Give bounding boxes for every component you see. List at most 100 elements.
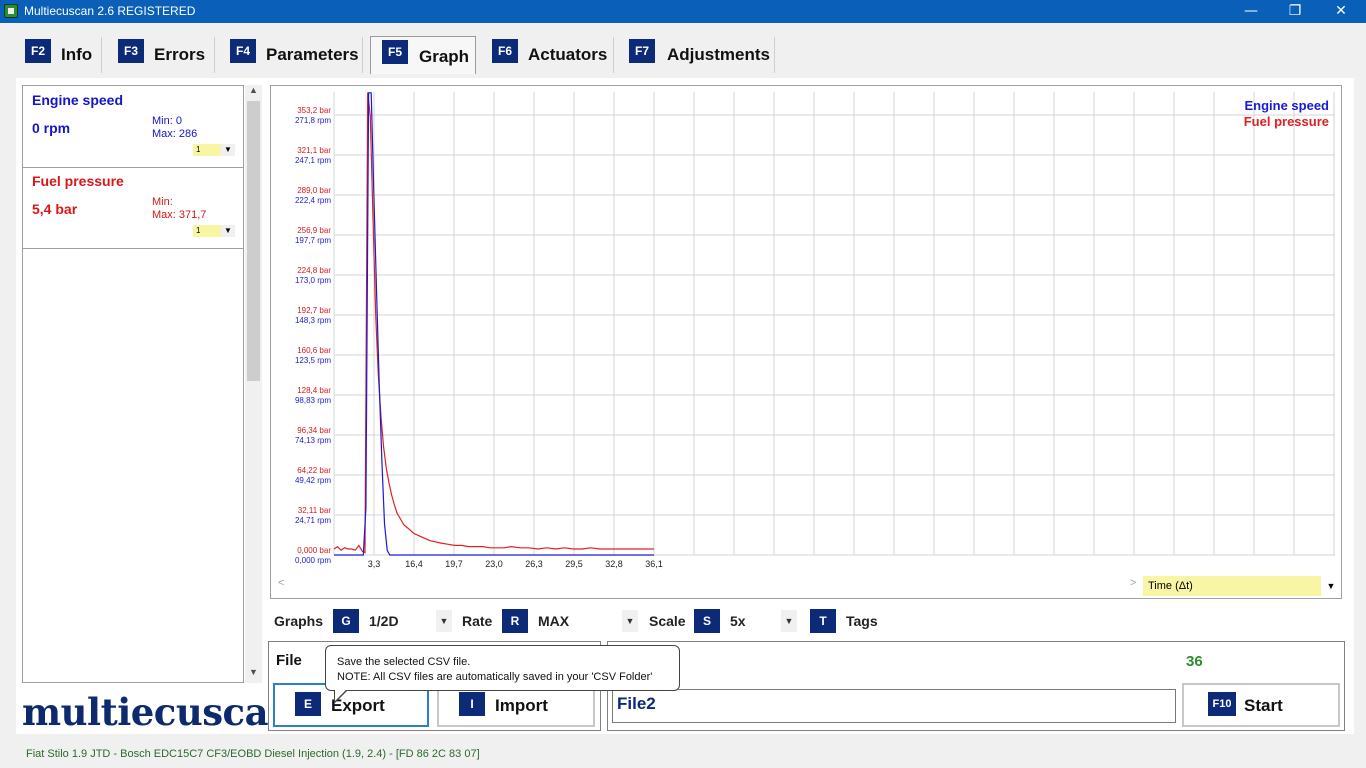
parameter-list: Engine speed 0 rpm Min: 0 Max: 286 1 ▼ F… [22,85,244,683]
rate-dropdown-icon[interactable]: ▼ [622,610,638,632]
f3-key-badge: F3 [118,39,144,63]
tab-adjustments[interactable]: F7 Adjustments [629,37,775,73]
y-tick-label-bar: 160,6 bar [297,346,331,355]
f2-key-badge: F2 [25,39,51,63]
param-name: Fuel pressure [32,173,124,189]
import-button-label: Import [495,696,548,715]
window-title: Multiecuscan 2.6 REGISTERED [24,4,196,18]
graphs-key-badge[interactable]: G [333,609,359,633]
start-button-label: Start [1244,696,1283,715]
close-button[interactable]: ✕ [1318,0,1364,23]
y-tick-label-rpm: 24,71 rpm [295,516,331,525]
time-axis-value: Time (Δt) [1148,580,1193,592]
y-tick-label-rpm: 98,83 rpm [295,396,331,405]
tab-parameters[interactable]: F4 Parameters [230,37,363,73]
f6-key-badge: F6 [492,39,518,63]
y-tick-label-rpm: 173,0 rpm [295,276,331,285]
x-axis-ticks: 3,3 16,4 19,7 23,0 26,3 29,5 32,8 36,1 [368,559,663,569]
file-group-label: File [276,652,302,669]
x-tick-label: 3,3 [368,559,381,569]
x-tick-label: 16,4 [405,559,423,569]
y-tick-label-bar: 353,2 bar [297,106,331,115]
y-tick-label-rpm: 271,8 rpm [295,116,331,125]
title-bar: Multiecuscan 2.6 REGISTERED — ❐ ✕ [0,0,1366,23]
vehicle-ecu-status: Fiat Stilo 1.9 JTD - Bosch EDC15C7 CF3/E… [26,748,480,760]
export-key-badge: E [295,692,321,716]
scale-label: Scale [649,613,686,629]
legend-fuel-pressure: Fuel pressure [1244,114,1329,129]
x-tick-label: 26,3 [525,559,543,569]
y-tick-label-bar: 128,4 bar [297,386,331,395]
x-tick-label: 29,5 [565,559,583,569]
scroll-thumb[interactable] [247,101,260,381]
graphs-value[interactable]: 1/2D [369,613,399,629]
tab-graph[interactable]: F5 Graph [370,36,476,74]
scroll-left-icon[interactable]: < [278,577,284,589]
multiecuscan-logo: multiecuscan [22,690,295,734]
param-fuel-pressure[interactable]: Fuel pressure 5,4 bar Min: Max: 371,7 1 … [23,167,243,249]
y-tick-label-bar: 64,22 bar [297,466,331,475]
time-axis-select[interactable]: Time (Δt) ▼ [1143,576,1341,596]
y-tick-label-rpm: 0,000 rpm [295,556,331,565]
x-tick-label: 23,0 [485,559,503,569]
param-engine-speed[interactable]: Engine speed 0 rpm Min: 0 Max: 286 1 ▼ [23,86,243,168]
y-tick-label-rpm: 74,13 rpm [295,436,331,445]
tab-info-label: Info [61,45,93,64]
tab-errors[interactable]: F3 Errors [118,37,215,73]
graph-horizontal-scrollbar[interactable]: < > [272,576,1142,594]
param-value: 5,4 bar [32,201,78,217]
y-tick-label-bar: 32,11 bar [298,506,332,515]
legend-engine-speed: Engine speed [1244,98,1329,113]
param-min: Min: [152,196,173,208]
x-tick-label: 36,1 [645,559,663,569]
scale-key-badge[interactable]: S [694,609,720,633]
y-tick-label-bar: 256,9 bar [297,226,331,235]
scale-dropdown-icon[interactable]: ▼ [781,610,797,632]
scroll-right-icon[interactable]: > [1130,577,1136,589]
y-tick-label-rpm: 222,4 rpm [295,196,331,205]
record-filename-field[interactable]: File2 [612,689,1176,723]
param-value: 0 rpm [32,120,71,136]
tooltip-line-2: NOTE: All CSV files are automatically sa… [337,671,653,683]
y-tick-label-bar: 224,8 bar [297,266,331,275]
tooltip-pointer [334,689,348,704]
y-tick-label-bar: 321,1 bar [297,146,331,155]
tags-label[interactable]: Tags [846,613,878,629]
tab-actuators[interactable]: F6 Actuators [492,37,614,73]
y-tick-label-bar: 192,7 bar [297,306,331,315]
graphs-dropdown-icon[interactable]: ▼ [436,610,452,632]
tab-adjustments-label: Adjustments [667,45,770,64]
tooltip-line-1: Save the selected CSV file. [337,656,471,668]
rate-value[interactable]: MAX [538,613,569,629]
rate-key-badge[interactable]: R [502,609,528,633]
x-tick-label: 19,7 [445,559,463,569]
y-tick-label-rpm: 148,3 rpm [295,316,331,325]
chevron-down-icon: ▼ [221,144,235,156]
param-min: Min: 0 [152,115,182,127]
tab-graph-label: Graph [419,47,470,66]
x-tick-label: 32,8 [605,559,623,569]
scroll-down-icon[interactable]: ▼ [245,667,262,683]
maximize-button[interactable]: ❐ [1272,0,1318,23]
param-scale-select[interactable]: 1 ▼ [193,144,235,156]
graphs-label: Graphs [274,613,324,629]
scale-value[interactable]: 5x [730,613,746,629]
param-name: Engine speed [32,92,124,108]
f4-key-badge: F4 [230,39,256,63]
param-max: Max: 286 [152,128,198,140]
tab-parameters-label: Parameters [266,45,359,64]
param-scale-value: 1 [196,145,201,154]
minimize-button[interactable]: — [1228,0,1274,23]
tags-key-badge[interactable]: T [810,609,836,633]
tab-info[interactable]: F2 Info [25,37,102,73]
param-list-scrollbar[interactable]: ▲ ▼ [245,85,262,683]
chevron-down-icon: ▼ [1321,576,1341,596]
record-counter: 36 [1186,653,1203,670]
start-button[interactable]: F10 Start [1182,683,1340,727]
y-tick-label-bar: 96,34 bar [297,426,331,435]
param-scale-select[interactable]: 1 ▼ [193,225,235,237]
param-max: Max: 371,7 [152,209,207,221]
record-filename-value: File2 [617,694,656,713]
scroll-up-icon[interactable]: ▲ [245,85,262,101]
export-tooltip: Save the selected CSV file. NOTE: All CS… [325,645,680,691]
